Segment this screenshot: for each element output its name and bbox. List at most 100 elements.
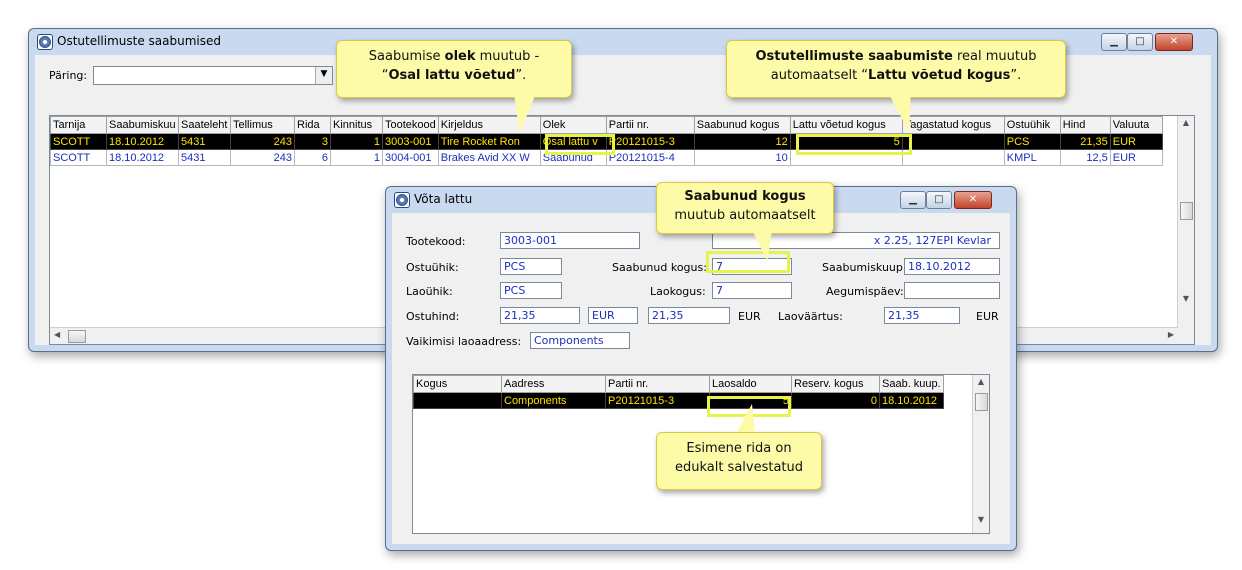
col-header[interactable]: Olek — [539, 116, 607, 134]
maximize-button[interactable]: □ — [1127, 33, 1153, 51]
arrivals-header-row: Tarnija Saabumiskuu Saateleht Tellimus R… — [50, 116, 1163, 134]
cell[interactable]: 10 — [693, 149, 791, 166]
stock-unit-field[interactable]: PCS — [500, 282, 562, 299]
currency3-label: EUR — [976, 310, 999, 323]
cell[interactable]: 1 — [330, 149, 383, 166]
scroll-down-icon[interactable]: ▼ — [1178, 294, 1194, 303]
product-code-field[interactable]: 3003-001 — [500, 232, 640, 249]
currency-field[interactable]: EUR — [588, 307, 638, 324]
maximize-button[interactable]: □ — [926, 191, 952, 209]
col-header[interactable]: Partii nr. — [605, 116, 695, 134]
scroll-down-icon[interactable]: ▼ — [973, 515, 989, 524]
callout-received-line2: automaatselt “Lattu võetud kogus”. — [770, 68, 1022, 83]
cell[interactable]: 1 — [330, 133, 383, 150]
arrival-date-field[interactable]: 18.10.2012 — [904, 258, 1000, 275]
col-header[interactable]: Reserv. kogus — [791, 375, 880, 393]
callout-received-line1: Ostutellimuste saabumiste real muutub — [755, 49, 1037, 64]
stock-value-field[interactable]: 21,35 — [884, 307, 960, 324]
col-header[interactable]: Saabunud kogus — [693, 116, 791, 134]
col-header[interactable]: Aadress — [501, 375, 606, 393]
callout-status: Saabumise olek muutub - “Osal lattu võet… — [336, 40, 572, 98]
cell[interactable]: Tire Rocket Ron — [437, 133, 541, 150]
cell[interactable]: 5431 — [178, 133, 231, 150]
cell[interactable]: 243 — [230, 149, 295, 166]
query-combobox[interactable]: ▼ — [93, 66, 333, 85]
app-icon — [37, 34, 53, 50]
cell[interactable]: P20121015-4 — [605, 149, 695, 166]
close-button[interactable]: ✕ — [954, 191, 992, 209]
main-window-title: Ostutellimuste saabumised — [57, 34, 222, 48]
cell[interactable]: 6 — [294, 149, 331, 166]
purchase-unit-field[interactable]: PCS — [500, 258, 562, 275]
cell[interactable]: PCS — [1003, 133, 1061, 150]
col-header[interactable]: Valuuta — [1109, 116, 1163, 134]
col-header[interactable]: Rida — [294, 116, 331, 134]
cell[interactable]: 18.10.2012 — [106, 133, 179, 150]
cell[interactable]: Components — [501, 392, 606, 409]
arrived-qty-label: Saabunud kogus: — [612, 261, 707, 274]
expiry-label: Aegumispäev: — [826, 285, 904, 298]
cell[interactable]: 0 — [791, 392, 880, 409]
table-row[interactable]: Components P20121015-3 5 0 18.10.2012 — [413, 392, 944, 409]
stock-qty-field[interactable]: 7 — [712, 282, 792, 299]
cell[interactable]: EUR — [1109, 133, 1163, 150]
scroll-thumb[interactable] — [1180, 202, 1193, 220]
col-header[interactable]: Tootekood — [382, 116, 439, 134]
stock-qty-label: Laokogus: — [650, 285, 706, 298]
cell[interactable]: EUR — [1109, 149, 1163, 166]
scroll-left-icon[interactable]: ◀ — [54, 330, 60, 339]
cell[interactable]: 21,35 — [1059, 133, 1111, 150]
col-header[interactable]: Kinnitus — [330, 116, 383, 134]
cell[interactable]: 243 — [230, 133, 295, 150]
col-header[interactable]: Hind — [1059, 116, 1111, 134]
cell[interactable]: 3003-001 — [382, 133, 439, 150]
stock-value-label: Laoväärtus: — [778, 310, 843, 323]
col-header[interactable]: Partii nr. — [605, 375, 710, 393]
cell[interactable]: 3004-001 — [382, 149, 439, 166]
hscroll-thumb[interactable] — [68, 330, 86, 343]
col-header[interactable]: Lattu võetud kogus — [789, 116, 903, 134]
col-header[interactable]: Saabumiskuu — [106, 116, 179, 134]
cell[interactable]: SCOTT — [50, 149, 107, 166]
cell[interactable]: 18.10.2012 — [106, 149, 179, 166]
cell[interactable]: P20121015-3 — [605, 392, 710, 409]
purchase-price-field[interactable]: 21,35 — [500, 307, 580, 324]
cell[interactable]: 12 — [693, 133, 791, 150]
minimize-button[interactable]: ▁ — [900, 191, 926, 209]
col-header[interactable]: Tarnija — [50, 116, 107, 134]
callout-received: Ostutellimuste saabumiste real muutub au… — [726, 40, 1066, 98]
cell[interactable] — [413, 392, 502, 409]
cell[interactable]: 18.10.2012 — [879, 392, 944, 409]
col-header[interactable]: Ostuühik — [1003, 116, 1061, 134]
cell[interactable]: SCOTT — [50, 133, 107, 150]
col-header[interactable]: Laosaldo — [709, 375, 792, 393]
chevron-down-icon[interactable]: ▼ — [315, 67, 332, 84]
cell[interactable] — [901, 149, 1005, 166]
cell[interactable]: P20121015-3 — [605, 133, 695, 150]
arrival-date-label: Saabumiskuup.: — [822, 261, 911, 274]
cell[interactable]: 12,5 — [1059, 149, 1111, 166]
cell[interactable]: 5431 — [178, 149, 231, 166]
vertical-scrollbar[interactable]: ▲ ▼ — [972, 375, 989, 533]
col-header[interactable]: Kogus — [413, 375, 502, 393]
col-header[interactable]: Saab. kuup. — [879, 375, 944, 393]
price2-field[interactable]: 21,35 — [648, 307, 730, 324]
callout-arrived-line2: muutub automaatselt — [674, 208, 816, 223]
col-header[interactable]: Saateleht — [178, 116, 231, 134]
default-address-field[interactable]: Components — [530, 332, 630, 349]
scroll-up-icon[interactable]: ▲ — [973, 377, 989, 386]
query-label: Päring: — [49, 69, 88, 82]
scroll-up-icon[interactable]: ▲ — [1178, 118, 1194, 127]
vertical-scrollbar[interactable]: ▲ ▼ — [1177, 116, 1194, 344]
cell[interactable]: Brakes Avid XX W — [437, 149, 541, 166]
cell[interactable]: KMPL — [1003, 149, 1061, 166]
expiry-field[interactable] — [904, 282, 1000, 299]
cell[interactable]: 3 — [294, 133, 331, 150]
close-button[interactable]: ✕ — [1155, 33, 1193, 51]
minimize-button[interactable]: ▁ — [1101, 33, 1127, 51]
cell[interactable] — [901, 133, 1005, 150]
scroll-thumb[interactable] — [975, 393, 988, 411]
scroll-right-icon[interactable]: ▶ — [1168, 330, 1174, 339]
callout-saved-line1: Esimene rida on — [686, 441, 792, 456]
col-header[interactable]: Tellimus — [230, 116, 295, 134]
